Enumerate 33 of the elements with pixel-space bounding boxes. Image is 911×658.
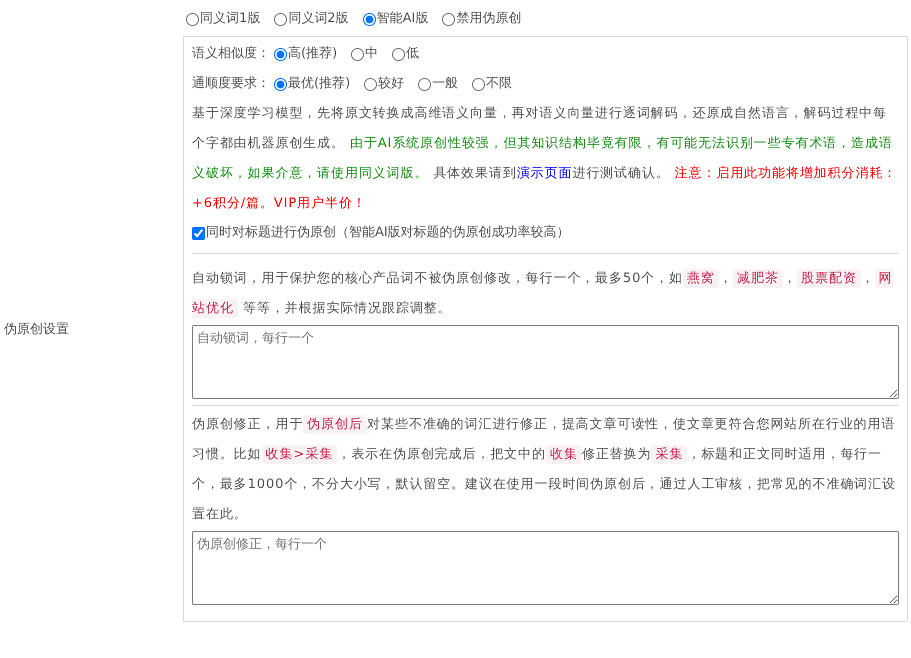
- radio-button[interactable]: [274, 78, 287, 90]
- radio-option-label[interactable]: 同义词2版: [288, 4, 349, 34]
- radio-option-label[interactable]: 高(推荐): [288, 39, 338, 69]
- radio-option-label[interactable]: 一般: [432, 69, 458, 99]
- ai-description: 基于深度学习模型，先将原文转换成高维语义向量，再对语义向量进行逐词解码，还原成自然语言，解码过程中每个字都由机器原创生成。 由于AI系统原创性较强，但其知识结构毕竟有限，有可能无法识别一些专有术语，造成语义破坏，如果介意，请使用同义词版。 具体效果请到演示页面进行测试确认。 注意：启用此功能将增加积分消耗：+6积分/篇。VIP用户半价！: [192, 105, 898, 213]
- radio-option-label[interactable]: 低: [406, 39, 420, 69]
- radio-button[interactable]: [392, 48, 406, 60]
- radio-button[interactable]: [364, 78, 378, 90]
- lock-words-description: 自动锁词，用于保护您的核心产品词不被伪原创修改，每行一个，最多50个，如 燕窝 ， 减肥茶 ， 股票配资 ， 网站优化 等等，并根据实际情况跟踪调整。: [192, 268, 894, 320]
- section-label: 伪原创设置: [4, 321, 69, 338]
- option-label: 通顺度要求：: [192, 75, 270, 93]
- radio-option-label[interactable]: 智能AI版: [376, 4, 428, 34]
- radio-button[interactable]: [442, 12, 456, 26]
- lock-words-field[interactable]: 自动锁词，每行一个: [192, 325, 899, 399]
- radio-button[interactable]: [274, 12, 288, 26]
- checkbox-label[interactable]: 同时对标题进行伪原创（智能AI版对标题的伪原创成功率较高）: [206, 219, 570, 247]
- radio-option-label[interactable]: 最优(推荐): [288, 69, 350, 99]
- radio-option-label[interactable]: 禁用伪原创: [456, 4, 522, 34]
- option-label: 语义相似度：: [192, 45, 270, 63]
- correction-description: 伪原创修正，用于 伪原创后 对某些不准确的词汇进行修正，提高文章可读性，使文章更符合您网站所在行业的用语习惯。比如 收集>采集 ，表示在伪原创完成后，把文中的 收集 修正替换为 采集 ，标题和正文同时适用，每行一个，最多1000个，不分大小写，默认留空。建议在使用一段时间伪原创后，通过人工审核，把常见的不准确词汇设置在此。: [192, 414, 897, 524]
- radio-option-label[interactable]: 不限: [486, 69, 512, 99]
- radio-option-label[interactable]: 较好: [378, 69, 404, 99]
- radio-button[interactable]: [472, 78, 486, 90]
- radio-button[interactable]: [362, 12, 376, 26]
- radio-button[interactable]: [418, 78, 432, 90]
- radio-button[interactable]: [274, 48, 287, 60]
- radio-option-label[interactable]: 中: [365, 39, 378, 69]
- radio-option-label[interactable]: 同义词1版: [200, 4, 260, 34]
- radio-button[interactable]: [186, 12, 199, 26]
- title-checkbox[interactable]: [192, 226, 205, 240]
- correction-field[interactable]: 伪原创修正，每行一个: [192, 531, 899, 605]
- radio-button[interactable]: [351, 48, 364, 60]
- demo-page-link[interactable]: 演示页面: [516, 166, 572, 181]
